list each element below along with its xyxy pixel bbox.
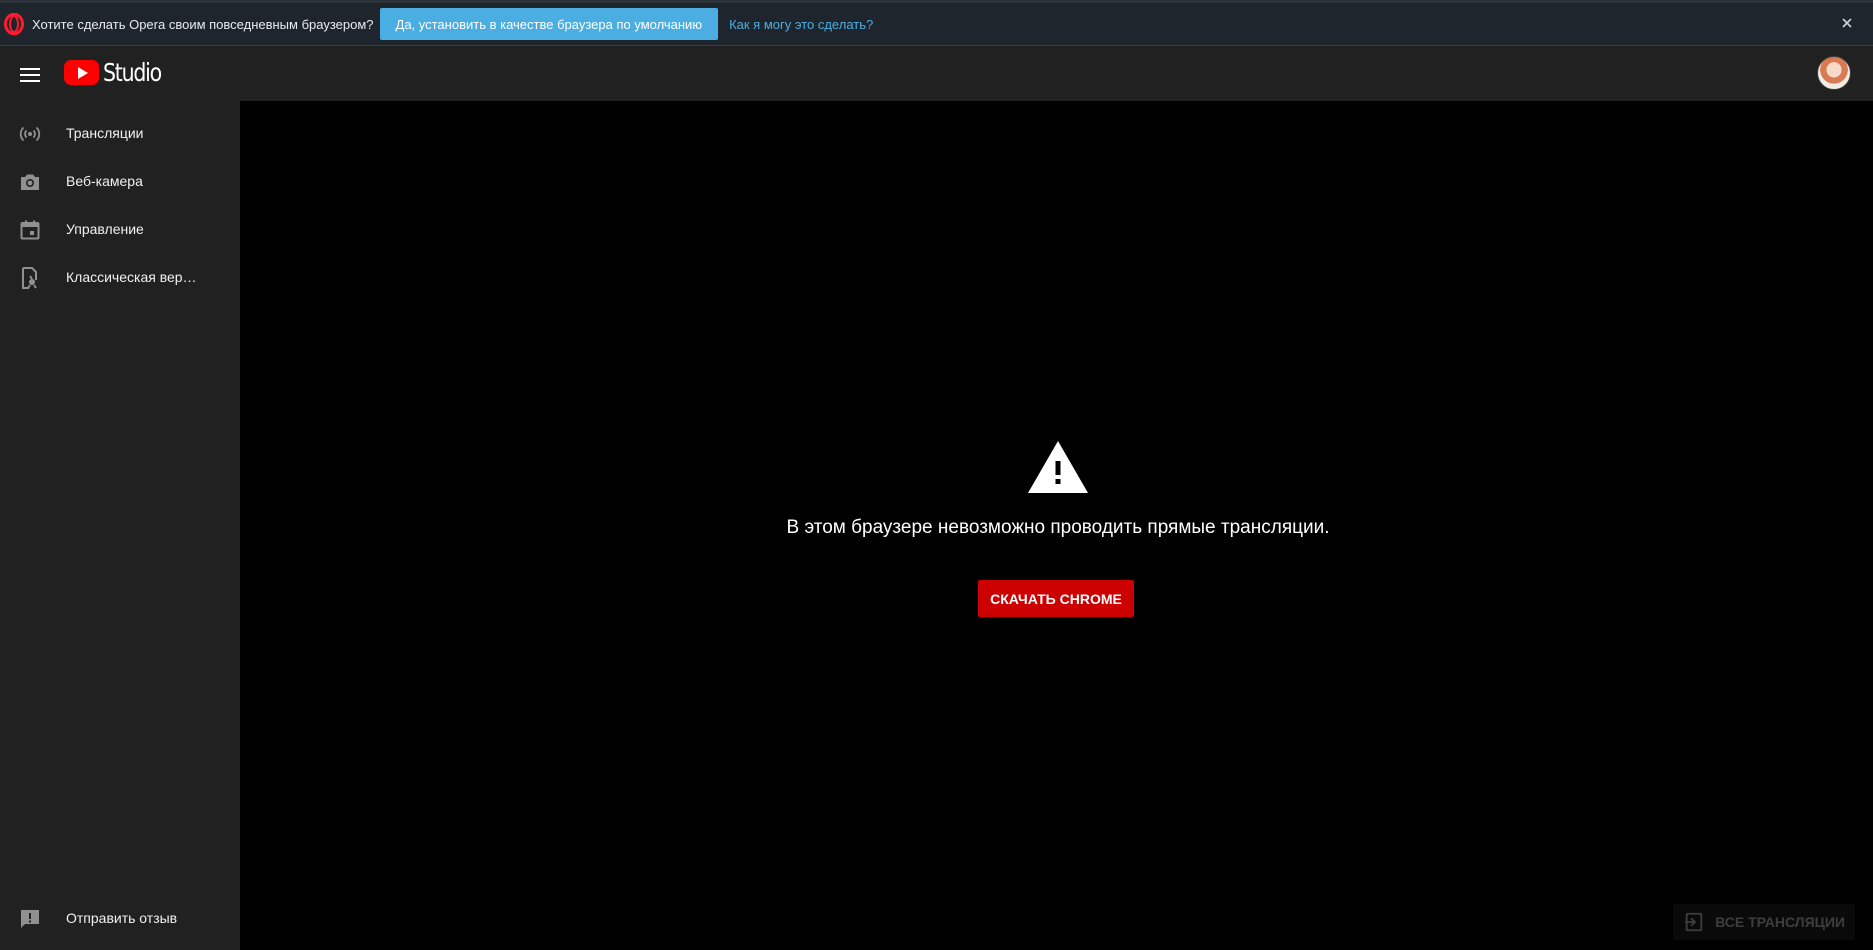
close-infobar-icon[interactable] xyxy=(1839,15,1855,31)
avatar[interactable] xyxy=(1817,56,1851,90)
how-to-link[interactable]: Как я могу это сделать? xyxy=(729,17,873,32)
sidebar-item-label: Трансляции xyxy=(66,125,144,141)
all-streams-button[interactable]: ВСЕ ТРАНСЛЯЦИИ xyxy=(1673,904,1855,940)
main-content: В этом браузере невозможно проводить пря… xyxy=(240,101,1873,950)
opera-default-browser-infobar: Хотите сделать Opera своим повседневным … xyxy=(0,0,1873,46)
camera-icon xyxy=(18,170,42,194)
exit-to-app-icon xyxy=(1685,912,1703,932)
sidebar-item-broadcasts[interactable]: Трансляции xyxy=(0,110,240,158)
infobar-question-text: Хотите сделать Opera своим повседневным … xyxy=(32,16,374,32)
youtube-play-icon xyxy=(64,60,99,85)
feedback-icon xyxy=(18,907,42,931)
download-chrome-button[interactable]: СКАЧАТЬ CHROME xyxy=(978,580,1134,617)
unsupported-browser-message: В этом браузере невозможно проводить пря… xyxy=(786,517,1330,538)
sidebar-item-classic[interactable]: Классическая вер… xyxy=(0,254,240,302)
sidebar-item-webcam[interactable]: Веб-камера xyxy=(0,158,240,206)
opera-logo-icon xyxy=(3,13,25,35)
sidebar-item-label: Отправить отзыв xyxy=(66,910,178,926)
studio-header: Studio xyxy=(0,46,1873,101)
live-broadcast-icon xyxy=(18,122,42,146)
sidebar: Трансляции Веб-камера Управление Классич… xyxy=(0,101,240,950)
sidebar-item-label: Управление xyxy=(66,221,144,237)
menu-icon[interactable] xyxy=(18,64,42,84)
classic-studio-icon xyxy=(18,266,42,290)
sidebar-item-feedback[interactable]: Отправить отзыв xyxy=(0,895,240,943)
set-default-browser-button[interactable]: Да, установить в качестве браузера по ум… xyxy=(379,8,719,40)
warning-icon xyxy=(1028,441,1088,493)
youtube-studio-logo[interactable]: Studio xyxy=(64,58,174,87)
logo-text: Studio xyxy=(103,58,162,87)
calendar-icon xyxy=(18,218,42,242)
all-streams-label: ВСЕ ТРАНСЛЯЦИИ xyxy=(1715,914,1845,930)
sidebar-item-label: Веб-камера xyxy=(66,173,143,189)
sidebar-item-manage[interactable]: Управление xyxy=(0,206,240,254)
sidebar-item-label: Классическая вер… xyxy=(66,269,197,285)
